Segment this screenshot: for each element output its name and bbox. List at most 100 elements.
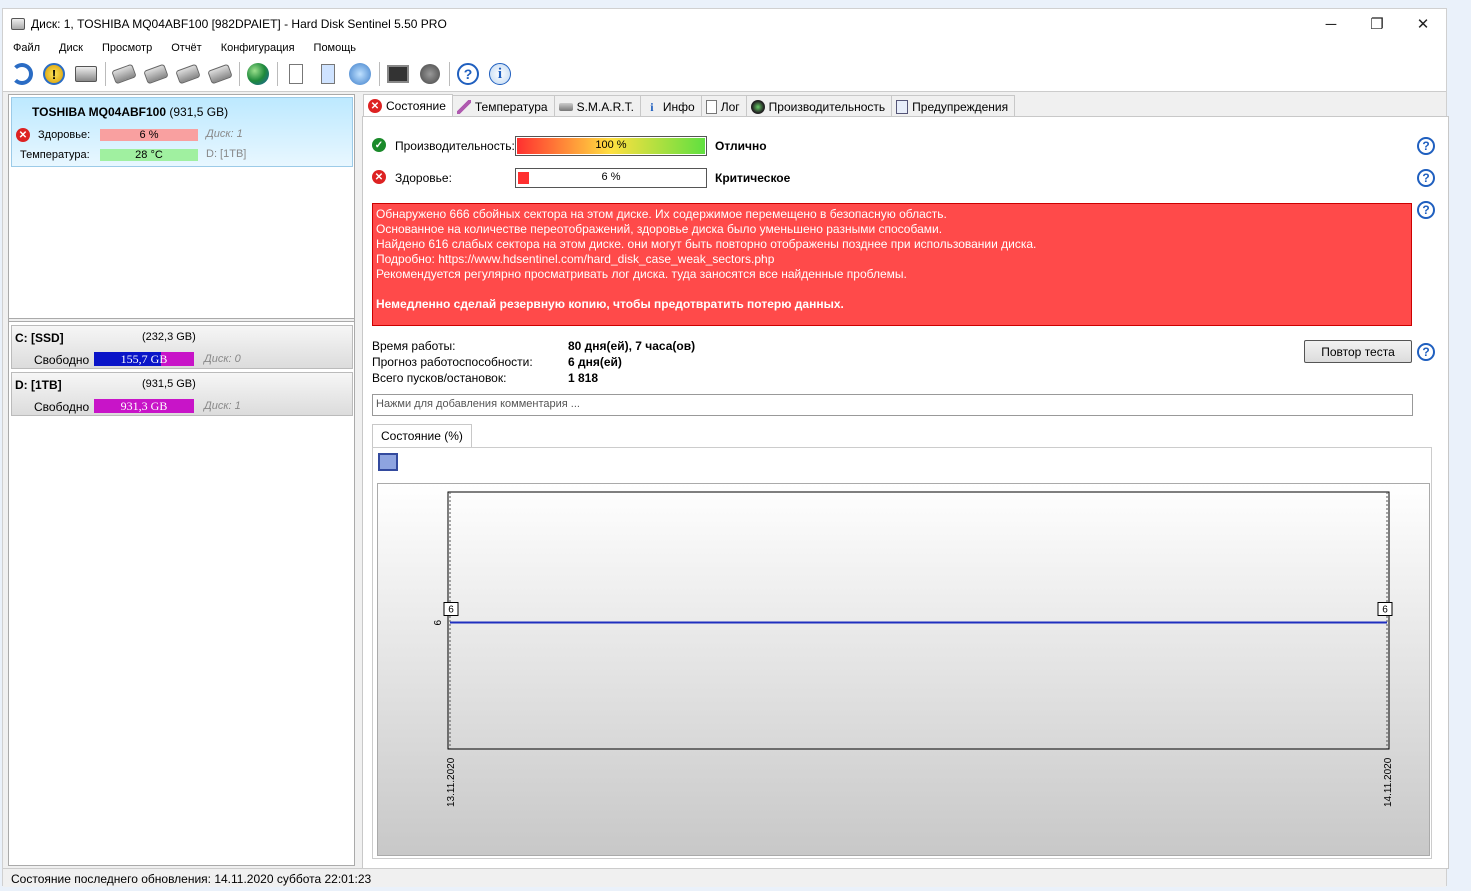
comment-input[interactable]: Нажми для добавления комментария ...: [372, 394, 1413, 416]
save-icon[interactable]: [378, 453, 398, 471]
tab-health-history[interactable]: Состояние (%): [372, 424, 472, 447]
x-tick-label: 14.11.2020: [1383, 757, 1394, 807]
error-icon: ✕: [372, 170, 386, 184]
menu-disk[interactable]: Диск: [59, 42, 83, 54]
performance-rating: Отлично: [715, 139, 767, 153]
free-space-bar: 155,7 GB: [94, 352, 194, 366]
help-icon[interactable]: ?: [1417, 169, 1435, 187]
smart-icon: [558, 102, 573, 111]
menu-view[interactable]: Просмотр: [102, 42, 152, 54]
alerts-icon: [896, 99, 909, 114]
alert-line: Основанное на количестве переотображений…: [376, 222, 943, 236]
health-disk-ref: Диск: 1: [206, 128, 243, 140]
info-icon[interactable]: i: [487, 61, 513, 87]
volume-name: D: [1TB]: [15, 378, 62, 392]
check-icon: ✓: [372, 138, 386, 152]
help-icon[interactable]: ?: [1417, 137, 1435, 155]
disk-icon[interactable]: [143, 61, 169, 87]
report-send-icon[interactable]: [315, 61, 341, 87]
network-icon[interactable]: [347, 61, 373, 87]
info-icon: i: [650, 99, 654, 114]
disk-card[interactable]: TOSHIBA MQ04ABF100 (931,5 GB) ✕ Здоровье…: [11, 97, 353, 167]
tab-label: Предупреждения: [912, 99, 1009, 114]
alert-line: Подробно: https://www.hdsentinel.com/har…: [376, 252, 775, 266]
volume-disk-ref: Диск: 1: [204, 400, 241, 412]
y-tick-label: 6: [433, 620, 444, 626]
report-icon[interactable]: [283, 61, 309, 87]
menu-report[interactable]: Отчёт: [171, 42, 201, 54]
starts-value: 1 818: [568, 371, 599, 385]
volume-size: (931,5 GB): [142, 378, 196, 390]
volume-card-c[interactable]: C: [SSD] (232,3 GB) Свободно 155,7 GB Ди…: [11, 325, 353, 369]
disk-size: (931,5 GB): [169, 105, 229, 119]
tab-temperature[interactable]: Температура: [451, 95, 555, 117]
alert-message-box: Обнаружено 666 сбойных сектора на этом д…: [372, 203, 1412, 326]
tab-smart[interactable]: S.M.A.R.T.: [553, 95, 641, 117]
alert-line: Рекомендуется регулярно просматривать ло…: [376, 267, 907, 281]
volume-size: (232,3 GB): [142, 331, 196, 343]
performance-icon: [750, 99, 765, 114]
help-icon[interactable]: ?: [1417, 343, 1435, 361]
disk-tool-icon[interactable]: [207, 61, 233, 87]
health-value: 6 %: [139, 129, 159, 141]
tab-label: Производительность: [768, 99, 886, 114]
maximize-button[interactable]: ❐: [1354, 9, 1400, 39]
data-label-text: 6: [1382, 605, 1388, 616]
error-icon: ✕: [16, 128, 30, 142]
x-tick-label: 13.11.2020: [446, 757, 457, 807]
data-label-text: 6: [448, 605, 454, 616]
tab-performance[interactable]: Производительность: [745, 95, 893, 117]
temperature-bar: 28 °C: [100, 149, 198, 161]
warning-icon[interactable]: !: [41, 61, 67, 87]
volume-name: C: [SSD]: [15, 331, 64, 345]
forecast-label: Прогноз работоспособности:: [372, 355, 533, 369]
speaker-icon[interactable]: [417, 61, 443, 87]
status-tab-content: ✓ Производительность: 100 % Отлично ? ✕ …: [362, 116, 1449, 869]
tab-label: Состояние: [386, 99, 446, 113]
window-title: Диск: 1, TOSHIBA MQ04ABF100 [982DPAIET] …: [31, 17, 447, 31]
performance-value: 100 %: [595, 139, 627, 151]
globe-icon[interactable]: [245, 61, 271, 87]
menu-file[interactable]: Файл: [13, 42, 40, 54]
tab-label: Лог: [720, 99, 740, 114]
tab-status[interactable]: ✕ Состояние: [363, 94, 453, 117]
drive-icon[interactable]: [73, 61, 99, 87]
health-label: Здоровье:: [395, 171, 452, 185]
volume-card-d[interactable]: D: [1TB] (931,5 GB) Свободно 931,3 GB Ди…: [11, 372, 353, 416]
tab-label: S.M.A.R.T.: [576, 99, 634, 114]
uptime-label: Время работы:: [372, 339, 456, 353]
free-space-value: 931,3 GB: [120, 399, 168, 413]
disk-check-icon[interactable]: [175, 61, 201, 87]
minimize-button[interactable]: ─: [1308, 9, 1354, 39]
menu-config[interactable]: Конфигурация: [221, 42, 295, 54]
forecast-value: 6 дня(ей): [568, 355, 622, 369]
menu-bar: Файл Диск Просмотр Отчёт Конфигурация По…: [3, 39, 1446, 57]
y-tick: 6: [433, 620, 444, 626]
disk-name: TOSHIBA MQ04ABF100: [32, 105, 167, 119]
tab-log[interactable]: Лог: [700, 95, 747, 117]
retest-button[interactable]: Повтор теста: [1304, 340, 1412, 363]
tab-alerts[interactable]: Предупреждения: [891, 95, 1016, 117]
starts-label: Всего пусков/остановок:: [372, 371, 507, 385]
menu-help[interactable]: Помощь: [314, 42, 357, 54]
refresh-icon[interactable]: [9, 61, 35, 87]
health-bar: 6 %: [515, 168, 707, 188]
help-icon[interactable]: ?: [455, 61, 481, 87]
free-label: Свободно: [34, 400, 90, 414]
tab-info[interactable]: i Инфо: [639, 95, 702, 117]
alert-backup-warning: Немедленно сделай резервную копию, чтобы…: [376, 297, 844, 311]
tab-strip: ✕ Состояние Температура S.M.A.R.T. i Инф…: [363, 94, 1016, 117]
panel-divider[interactable]: [9, 318, 354, 322]
health-bar: 6 %: [100, 129, 198, 141]
close-button[interactable]: ✕: [1400, 9, 1446, 39]
disk-icon[interactable]: [111, 61, 137, 87]
thermometer-icon: [456, 99, 471, 114]
title-bar: Диск: 1, TOSHIBA MQ04ABF100 [982DPAIET] …: [3, 9, 1446, 39]
free-label: Свободно: [34, 353, 90, 367]
data-label: 6: [1377, 602, 1393, 616]
help-icon[interactable]: ?: [1417, 201, 1435, 219]
app-disk-icon: [11, 18, 25, 30]
monitor-icon[interactable]: [385, 61, 411, 87]
performance-bar: 100 %: [515, 136, 707, 156]
status-bar: Состояние последнего обновления: 14.11.2…: [3, 868, 1446, 887]
